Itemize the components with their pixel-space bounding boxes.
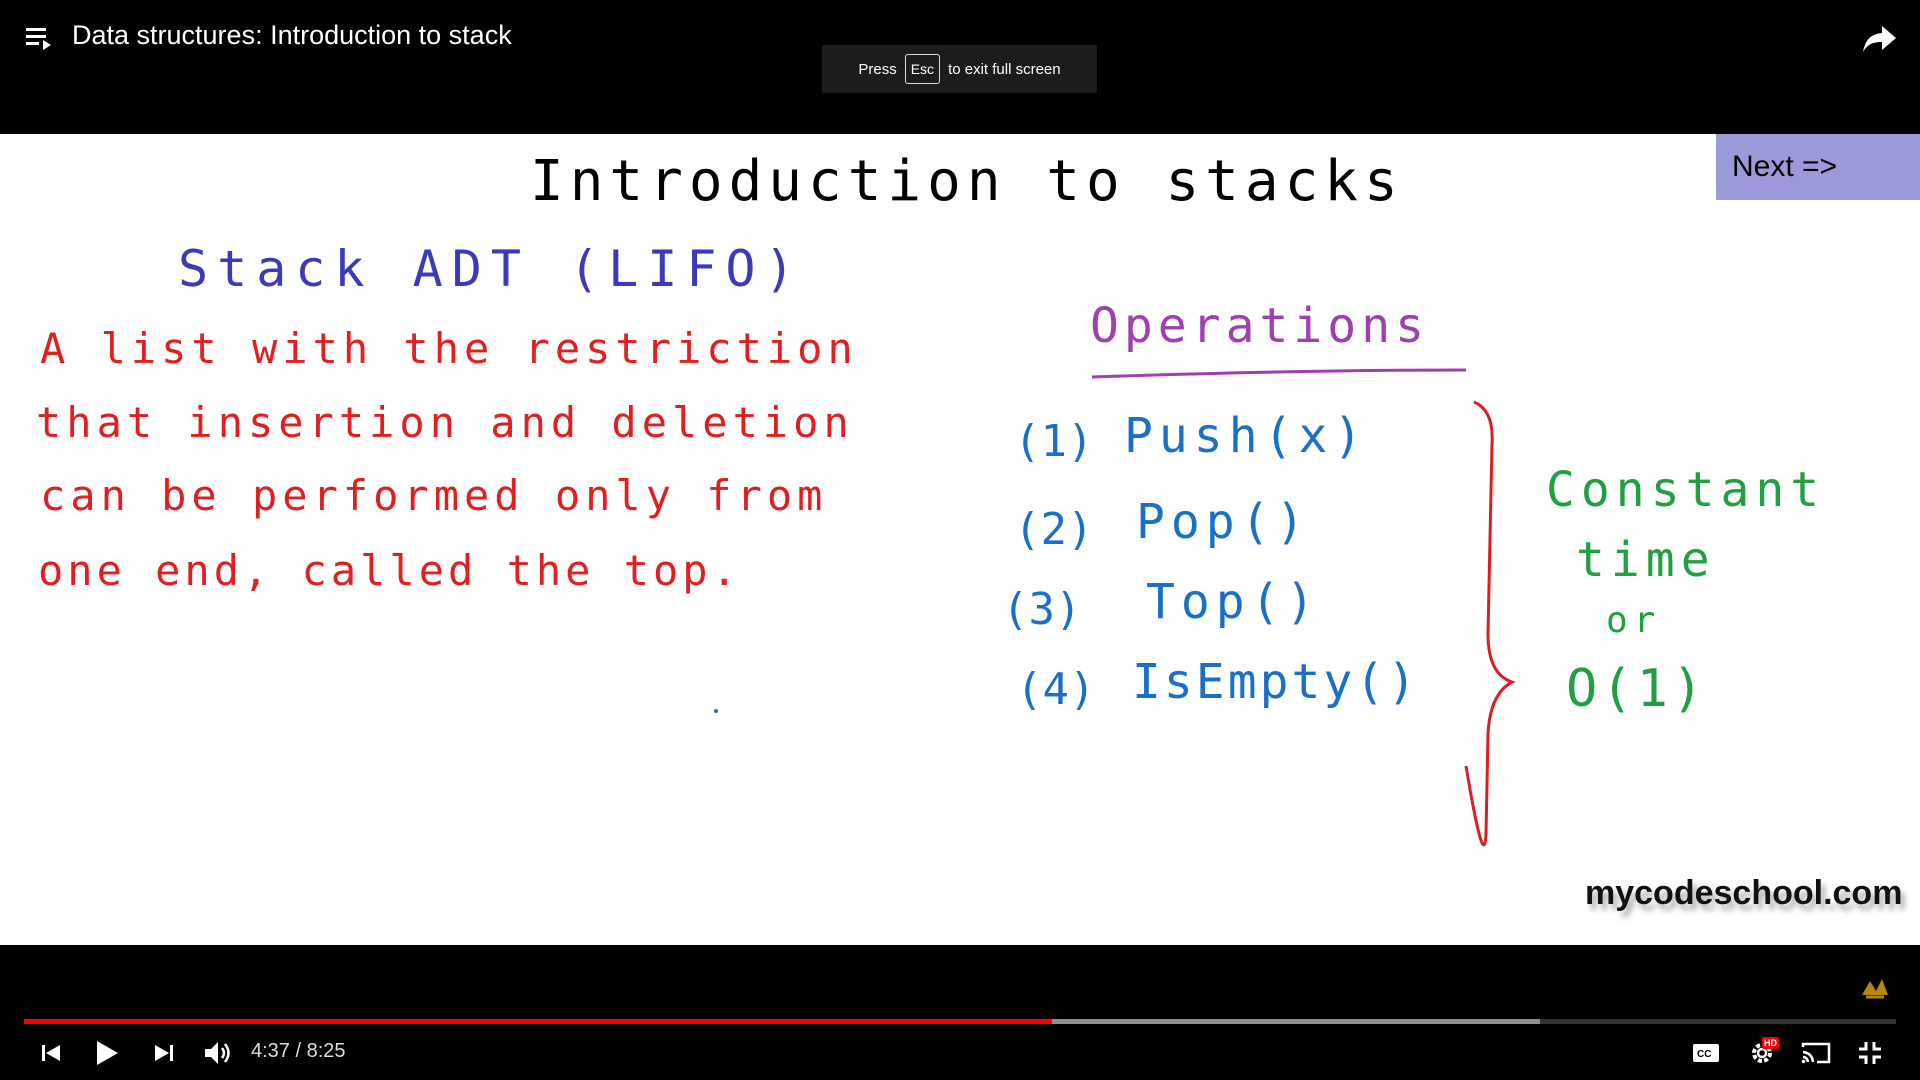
- player-controls: 4:37 / 8:25 CC HD: [0, 945, 1920, 1080]
- previous-icon: [42, 1045, 60, 1061]
- operation-1-number: (1): [1014, 416, 1093, 467]
- captions-button[interactable]: CC: [1686, 1033, 1726, 1073]
- video-frame[interactable]: Introduction to stacks Stack ADT (LIFO) …: [0, 134, 1920, 945]
- share-icon[interactable]: [1862, 22, 1898, 54]
- complexity-line-4: O(1): [1566, 659, 1707, 719]
- next-icon: [155, 1045, 173, 1061]
- cast-button[interactable]: [1796, 1033, 1836, 1073]
- toast-text-before: Press: [858, 60, 897, 78]
- definition-line-2: that insertion and deletion: [36, 398, 854, 447]
- play-icon: [97, 1041, 118, 1065]
- whiteboard-drawing: Introduction to stacks Stack ADT (LIFO) …: [36, 149, 1825, 847]
- stray-dot: [714, 709, 718, 713]
- operation-2-name: Pop(): [1136, 494, 1311, 550]
- esc-key-badge: Esc: [904, 54, 941, 84]
- operation-3-name: Top(): [1146, 574, 1321, 630]
- operation-4-number: (4): [1016, 664, 1095, 715]
- video-title[interactable]: Data structures: Introduction to stack: [72, 18, 512, 52]
- progress-bar[interactable]: [24, 1019, 1896, 1024]
- next-button[interactable]: [144, 1033, 184, 1073]
- definition-line-1: A list with the restriction: [40, 324, 858, 373]
- video-player: Data structures: Introduction to stack P…: [0, 0, 1920, 1080]
- time-display: 4:37 / 8:25: [251, 1040, 346, 1063]
- board-subheading: Stack ADT (LIFO): [178, 240, 804, 298]
- operation-4-name: IsEmpty(): [1132, 654, 1419, 710]
- mute-button[interactable]: [198, 1033, 238, 1073]
- complexity-line-1: Constant: [1546, 462, 1825, 518]
- svg-text:CC: CC: [1697, 1049, 1711, 1060]
- playlist-icon[interactable]: [26, 26, 56, 52]
- play-button[interactable]: [87, 1033, 127, 1073]
- channel-branding-icon[interactable]: [1858, 975, 1892, 1003]
- duration: 8:25: [306, 1040, 346, 1062]
- complexity-line-2: time: [1576, 532, 1716, 588]
- curly-brace: [1464, 400, 1516, 847]
- time-separator: /: [295, 1040, 307, 1062]
- operation-3-number: (3): [1002, 584, 1081, 635]
- toast-text-after: to exit full screen: [948, 60, 1061, 78]
- current-time: 4:37: [251, 1040, 290, 1062]
- operations-underline: [1091, 368, 1467, 379]
- top-bar: Data structures: Introduction to stack P…: [0, 0, 1920, 134]
- cast-icon: [1801, 1042, 1831, 1064]
- definition-line-3: can be performed only from: [40, 471, 827, 520]
- operations-heading: Operations: [1090, 298, 1429, 354]
- operation-2-number: (2): [1014, 504, 1093, 555]
- board-heading: Introduction to stacks: [530, 149, 1404, 214]
- operation-1-name: Push(x): [1124, 408, 1368, 464]
- definition-line-4: one end, called the top.: [38, 546, 741, 595]
- exit-fullscreen-toast: Press Esc to exit full screen: [822, 45, 1097, 93]
- hd-badge: HD: [1762, 1037, 1779, 1049]
- next-video-button[interactable]: Next =>: [1716, 134, 1920, 200]
- complexity-line-3: or: [1606, 600, 1661, 641]
- previous-button[interactable]: [31, 1033, 71, 1073]
- captions-icon: CC: [1693, 1044, 1719, 1062]
- exit-fullscreen-icon: [1859, 1042, 1881, 1064]
- settings-button[interactable]: HD: [1742, 1033, 1782, 1073]
- played-bar: [24, 1019, 1052, 1024]
- volume-icon: [205, 1042, 230, 1064]
- exit-fullscreen-button[interactable]: [1850, 1033, 1890, 1073]
- channel-watermark: mycodeschool.com: [1585, 874, 1903, 912]
